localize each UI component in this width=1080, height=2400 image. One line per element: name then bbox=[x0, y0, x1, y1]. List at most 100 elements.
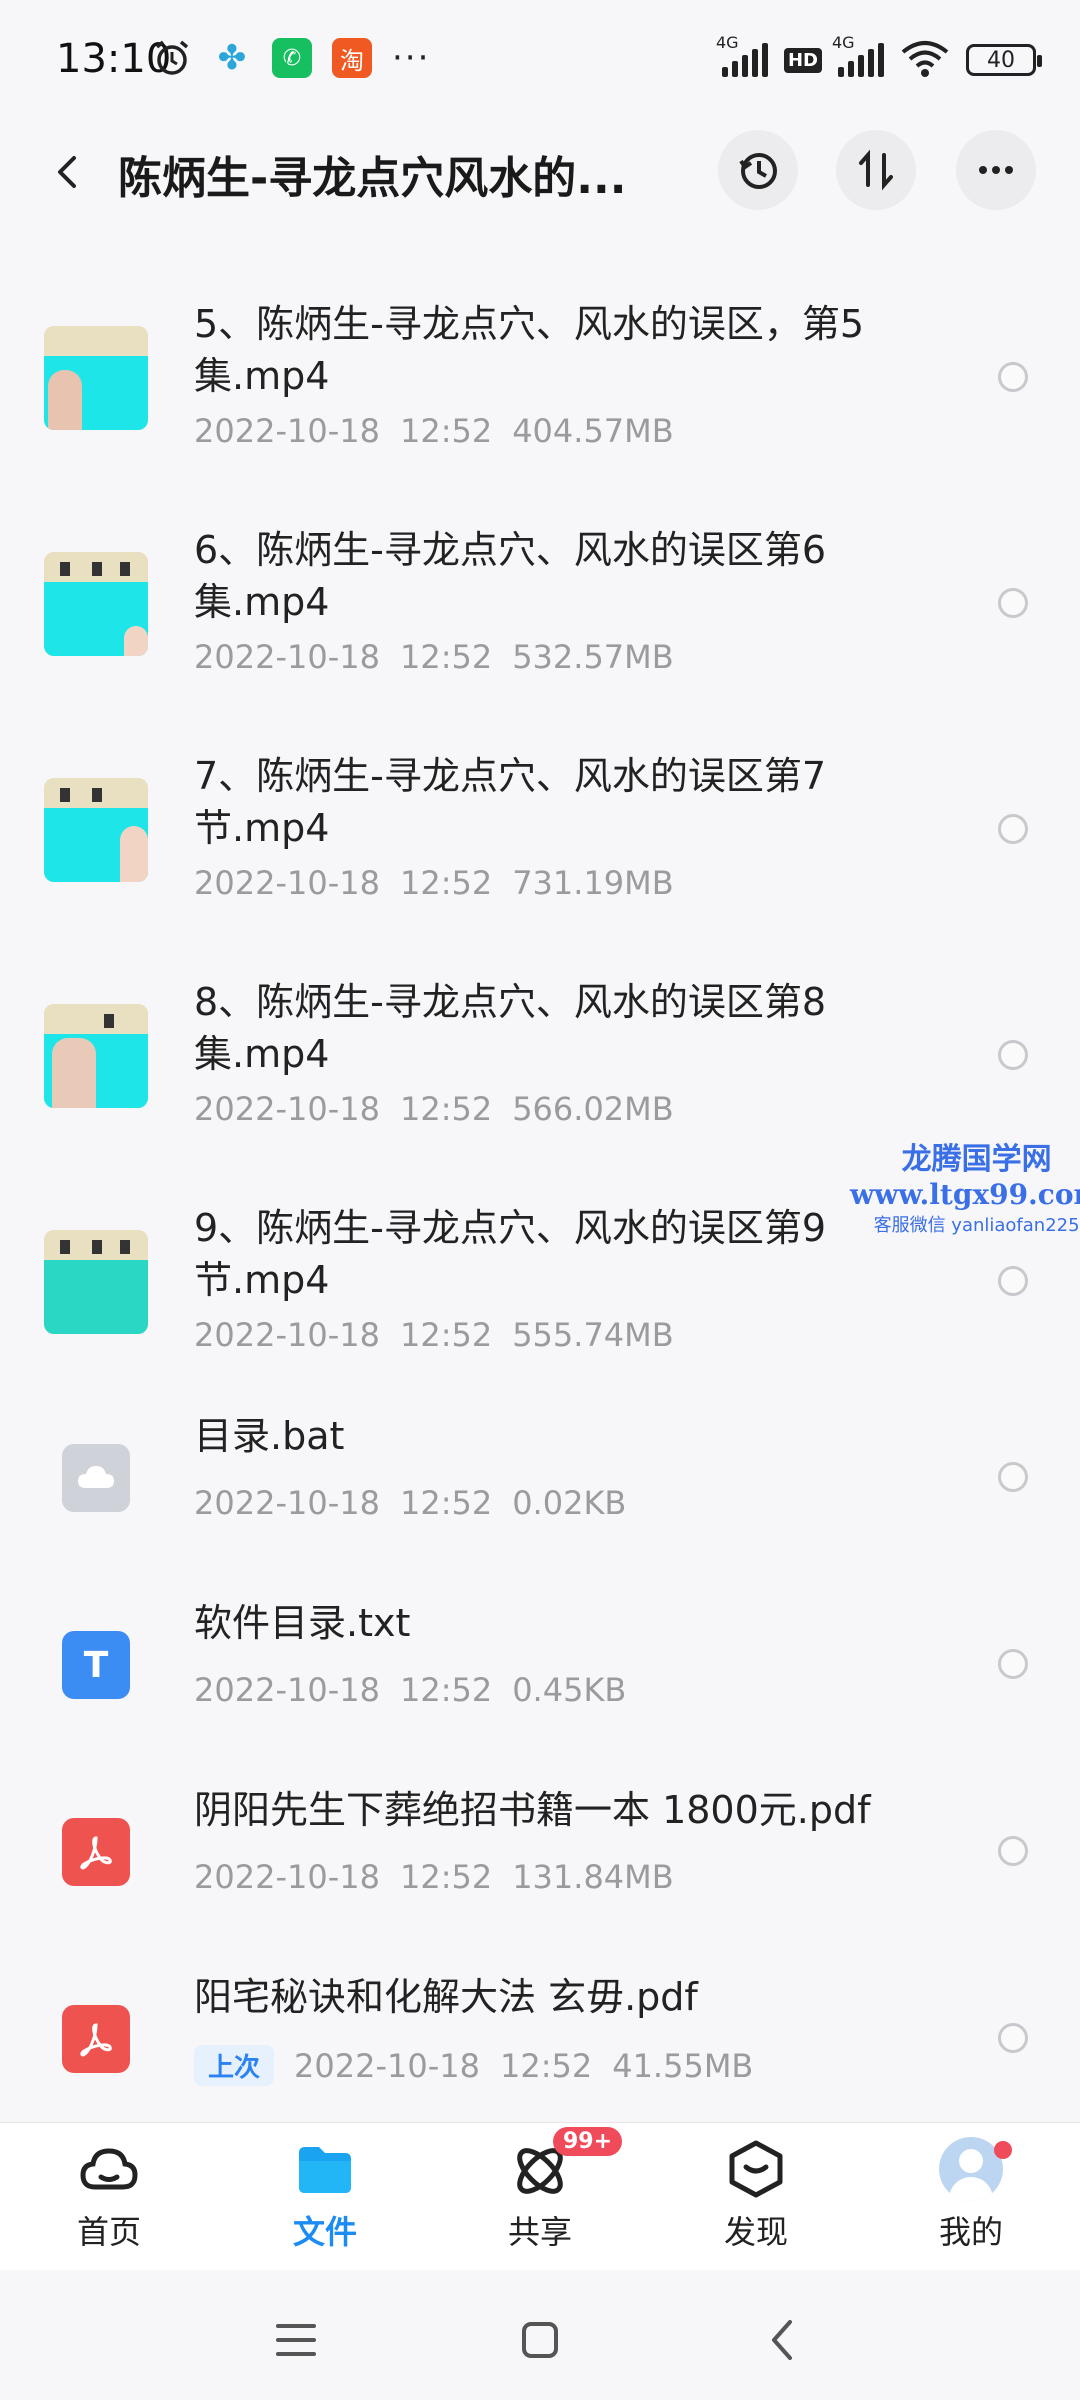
file-date: 2022-10-18 bbox=[194, 1858, 380, 1896]
watermark: 龙腾国学网 www.ltgx99.com 客服微信 yanliaofan225 bbox=[850, 1134, 1080, 1237]
notification-badge: 99+ bbox=[553, 2127, 623, 2156]
video-thumbnail bbox=[44, 1004, 148, 1108]
file-name: 6、陈炳生-寻龙点穴、风水的误区第6集.mp4 bbox=[194, 528, 827, 624]
hd-icon: HD bbox=[783, 47, 822, 73]
select-checkbox[interactable] bbox=[998, 1836, 1028, 1866]
home-square-icon bbox=[522, 2322, 558, 2358]
discover-icon bbox=[729, 2140, 783, 2198]
file-row[interactable]: 阳宅秘诀和化解大法 玄毋.pdf 上次 2022-10-18 12:52 41.… bbox=[0, 1949, 1080, 2136]
file-size: 0.45KB bbox=[512, 1671, 627, 1709]
battery-icon: 40 bbox=[966, 44, 1042, 76]
nav-label: 共享 bbox=[507, 2213, 572, 2251]
file-date: 2022-10-18 bbox=[194, 412, 380, 450]
file-time: 12:52 bbox=[399, 864, 493, 902]
select-checkbox[interactable] bbox=[998, 1462, 1028, 1492]
file-size: 532.57MB bbox=[512, 638, 674, 676]
wifi-icon bbox=[900, 38, 950, 82]
signal-icon: 4G bbox=[716, 33, 768, 77]
folder-icon bbox=[299, 2147, 351, 2193]
select-checkbox[interactable] bbox=[998, 814, 1028, 844]
file-size: 0.02KB bbox=[512, 1484, 627, 1522]
last-opened-badge: 上次 bbox=[194, 2045, 275, 2086]
home-button[interactable] bbox=[510, 2310, 570, 2370]
select-checkbox[interactable] bbox=[998, 2023, 1028, 2053]
sort-button[interactable] bbox=[836, 130, 916, 210]
file-size: 404.57MB bbox=[512, 412, 674, 450]
cloud-home-icon bbox=[80, 2148, 138, 2190]
file-meta: 2022-10-18 12:52 0.45KB bbox=[194, 1671, 626, 1709]
notification-icons: ✤ ✆ 淘 ··· bbox=[152, 38, 430, 78]
file-size: 555.74MB bbox=[512, 1316, 674, 1354]
file-date: 2022-10-18 bbox=[194, 864, 380, 902]
watermark-title: 龙腾国学网 bbox=[901, 1142, 1052, 1177]
file-meta: 2022-10-18 12:52 404.57MB bbox=[194, 412, 674, 450]
nav-profile[interactable]: 我的 bbox=[896, 2137, 1046, 2267]
file-row[interactable]: 6、陈炳生-寻龙点穴、风水的误区第6集.mp4 2022-10-18 12:52… bbox=[0, 484, 1080, 710]
more-icon bbox=[979, 166, 1013, 174]
sort-icon bbox=[859, 149, 893, 191]
nav-home[interactable]: 首页 bbox=[34, 2137, 184, 2267]
taobao-icon: 淘 bbox=[332, 38, 372, 78]
file-size: 566.02MB bbox=[512, 1090, 674, 1128]
battery-level: 40 bbox=[987, 47, 1015, 73]
file-date: 2022-10-18 bbox=[194, 1671, 380, 1709]
file-name: 7、陈炳生-寻龙点穴、风水的误区第7节.mp4 bbox=[194, 754, 827, 850]
pdf-file-icon bbox=[62, 2005, 130, 2073]
nav-label: 发现 bbox=[723, 2213, 788, 2251]
file-size: 731.19MB bbox=[512, 864, 674, 902]
select-checkbox[interactable] bbox=[998, 588, 1028, 618]
history-button[interactable] bbox=[718, 130, 798, 210]
file-time: 12:52 bbox=[399, 1858, 493, 1896]
file-row[interactable]: 5、陈炳生-寻龙点穴、风水的误区，第5集.mp4 2022-10-18 12:5… bbox=[0, 258, 1080, 484]
back-button[interactable] bbox=[40, 144, 96, 200]
file-meta: 2022-10-18 12:52 566.02MB bbox=[194, 1090, 674, 1128]
file-row[interactable]: 7、陈炳生-寻龙点穴、风水的误区第7节.mp4 2022-10-18 12:52… bbox=[0, 710, 1080, 936]
file-meta: 上次 2022-10-18 12:52 41.55MB bbox=[194, 2045, 753, 2086]
select-checkbox[interactable] bbox=[998, 1649, 1028, 1679]
file-size: 131.84MB bbox=[512, 1858, 674, 1896]
more-button[interactable] bbox=[956, 130, 1036, 210]
menu-button[interactable] bbox=[266, 2310, 326, 2370]
wechat-icon: ✆ bbox=[272, 38, 312, 78]
file-meta: 2022-10-18 12:52 532.57MB bbox=[194, 638, 674, 676]
select-checkbox[interactable] bbox=[998, 1040, 1028, 1070]
file-meta: 2022-10-18 12:52 731.19MB bbox=[194, 864, 674, 902]
file-time: 12:52 bbox=[399, 1316, 493, 1354]
bat-file-icon bbox=[62, 1444, 130, 1512]
file-time: 12:52 bbox=[399, 1484, 493, 1522]
file-row[interactable]: T 软件目录.txt 2022-10-18 12:52 0.45KB bbox=[0, 1575, 1080, 1762]
select-checkbox[interactable] bbox=[998, 1266, 1028, 1296]
nav-discover[interactable]: 发现 bbox=[681, 2137, 831, 2267]
file-date: 2022-10-18 bbox=[294, 2046, 480, 2085]
alarm-icon bbox=[152, 38, 192, 78]
video-thumbnail bbox=[44, 552, 148, 656]
video-thumbnail bbox=[44, 778, 148, 882]
file-date: 2022-10-18 bbox=[194, 1316, 380, 1354]
select-checkbox[interactable] bbox=[998, 362, 1028, 392]
video-thumbnail bbox=[44, 326, 148, 430]
nav-files[interactable]: 文件 bbox=[250, 2137, 400, 2267]
file-time: 12:52 bbox=[399, 1671, 493, 1709]
chevron-left-icon bbox=[772, 2320, 792, 2360]
watermark-url: www.ltgx99.com bbox=[850, 1178, 1080, 1211]
nav-label: 首页 bbox=[76, 2213, 141, 2251]
file-date: 2022-10-18 bbox=[194, 638, 380, 676]
more-notifications-icon: ··· bbox=[392, 38, 431, 78]
page-title: 陈炳生-寻龙点穴风水的... bbox=[118, 153, 627, 204]
file-row[interactable]: 阴阳先生下葬绝招书籍一本 1800元.pdf 2022-10-18 12:52 … bbox=[0, 1762, 1080, 1949]
nav-share[interactable]: 共享 99+ bbox=[465, 2127, 623, 2267]
history-icon bbox=[739, 153, 777, 189]
file-date: 2022-10-18 bbox=[194, 1090, 380, 1128]
system-back-button[interactable] bbox=[754, 2310, 814, 2370]
clover-icon: ✤ bbox=[217, 38, 247, 78]
file-date: 2022-10-18 bbox=[194, 1484, 380, 1522]
file-time: 12:52 bbox=[399, 412, 493, 450]
pdf-file-icon bbox=[62, 1818, 130, 1886]
file-name: 9、陈炳生-寻龙点穴、风水的误区第9节.mp4 bbox=[194, 1206, 827, 1302]
file-row[interactable]: 8、陈炳生-寻龙点穴、风水的误区第8集.mp4 2022-10-18 12:52… bbox=[0, 936, 1080, 1162]
file-meta: 2022-10-18 12:52 0.02KB bbox=[194, 1484, 626, 1522]
signal-icon-2: 4G bbox=[832, 33, 884, 77]
file-time: 12:52 bbox=[499, 2046, 593, 2085]
file-row[interactable]: 目录.bat 2022-10-18 12:52 0.02KB bbox=[0, 1388, 1080, 1575]
file-time: 12:52 bbox=[399, 1090, 493, 1128]
